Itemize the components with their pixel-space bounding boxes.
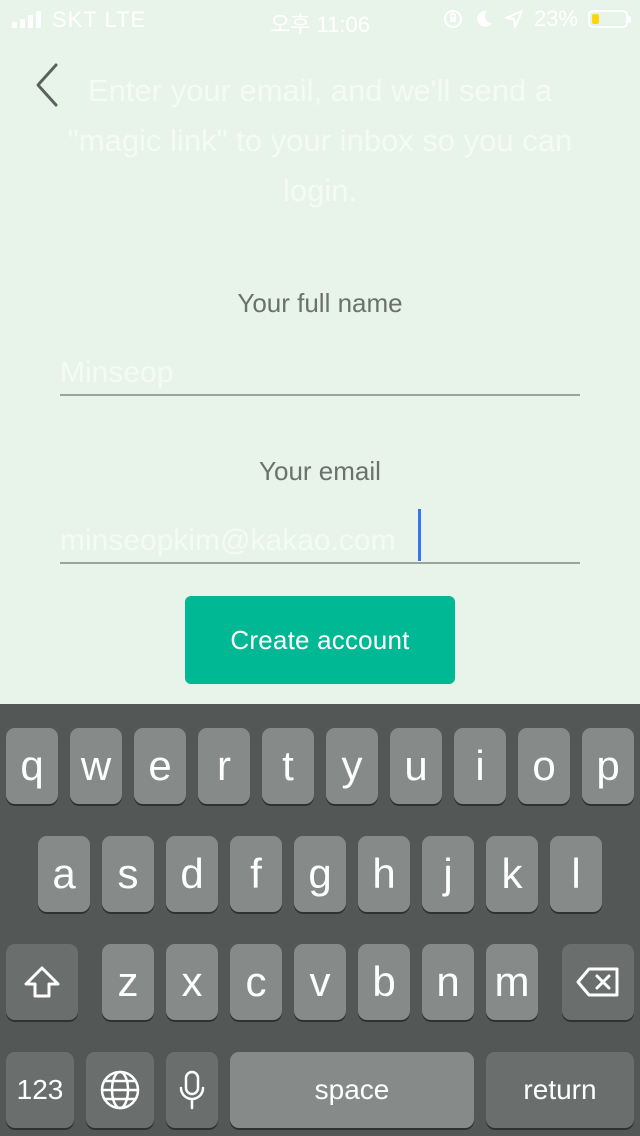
key-m[interactable]: m <box>486 944 538 1020</box>
key-u[interactable]: u <box>390 728 442 804</box>
key-k[interactable]: k <box>486 836 538 912</box>
name-label: Your full name <box>237 288 403 318</box>
status-bar: SKT LTE 오후 11:06 23% <box>0 0 640 40</box>
key-t[interactable]: t <box>262 728 314 804</box>
numbers-key[interactable]: 123 <box>6 1052 74 1128</box>
dictation-key[interactable] <box>166 1052 218 1128</box>
key-n[interactable]: n <box>422 944 474 1020</box>
email-label: Your email <box>259 456 381 486</box>
intro-text: Enter your email, and we'll send a "magi… <box>67 73 573 208</box>
location-icon <box>504 10 523 28</box>
key-r[interactable]: r <box>198 728 250 804</box>
name-field[interactable] <box>60 352 580 396</box>
battery-level <box>592 14 599 24</box>
key-j[interactable]: j <box>422 836 474 912</box>
keyboard: q w e r t y u i o p a s d f g h j k l z … <box>0 704 640 1136</box>
backspace-icon <box>576 967 619 997</box>
key-d[interactable]: d <box>166 836 218 912</box>
space-key[interactable]: space <box>230 1052 474 1128</box>
key-g[interactable]: g <box>294 836 346 912</box>
battery-percent: 23% <box>533 6 578 31</box>
key-o[interactable]: o <box>518 728 570 804</box>
key-b[interactable]: b <box>358 944 410 1020</box>
orientation-lock-icon <box>443 10 462 28</box>
key-a[interactable]: a <box>38 836 90 912</box>
key-l[interactable]: l <box>550 836 602 912</box>
shift-key[interactable] <box>6 944 78 1020</box>
moon-icon <box>477 10 492 27</box>
key-x[interactable]: x <box>166 944 218 1020</box>
return-key[interactable]: return <box>486 1052 634 1128</box>
create-account-button[interactable]: Create account <box>185 596 455 684</box>
shift-icon <box>24 966 60 998</box>
text-cursor <box>418 509 421 561</box>
globe-icon <box>100 1070 140 1110</box>
key-w[interactable]: w <box>70 728 122 804</box>
key-e[interactable]: e <box>134 728 186 804</box>
key-f[interactable]: f <box>230 836 282 912</box>
email-field[interactable] <box>60 520 580 564</box>
key-h[interactable]: h <box>358 836 410 912</box>
key-s[interactable]: s <box>102 836 154 912</box>
backspace-key[interactable] <box>562 944 634 1020</box>
globe-key[interactable] <box>86 1052 154 1128</box>
key-q[interactable]: q <box>6 728 58 804</box>
key-z[interactable]: z <box>102 944 154 1020</box>
key-y[interactable]: y <box>326 728 378 804</box>
key-v[interactable]: v <box>294 944 346 1020</box>
key-i[interactable]: i <box>454 728 506 804</box>
microphone-icon <box>179 1070 205 1110</box>
key-p[interactable]: p <box>582 728 634 804</box>
key-c[interactable]: c <box>230 944 282 1020</box>
battery-icon <box>588 10 631 28</box>
